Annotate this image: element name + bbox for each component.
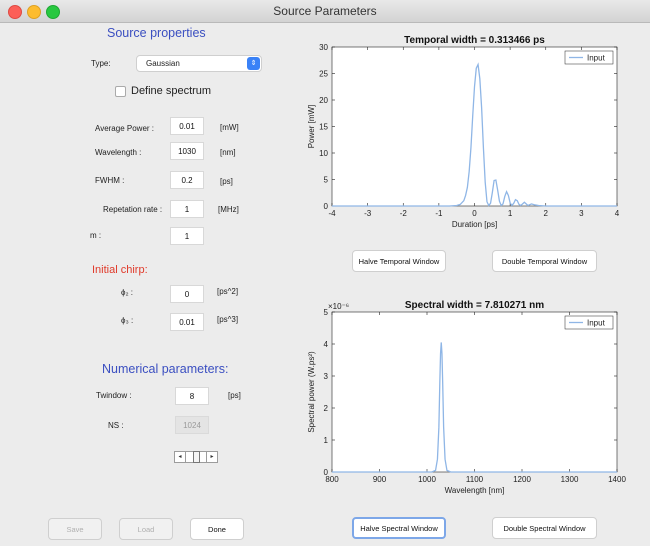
load-button[interactable]: Load — [119, 518, 173, 540]
x-tick-label: 1300 — [561, 475, 579, 484]
phi3-unit: [ps^3] — [217, 315, 239, 324]
x-tick-label: -1 — [435, 209, 443, 218]
temporal-chart: -4 -3 -2 -1 0 1 2 3 4 0 5 10 15 20 25 30 Temporal width … — [307, 35, 620, 229]
phi2-label: ϕ₂ : — [121, 288, 134, 297]
repetition-rate-input[interactable]: 1 — [170, 200, 204, 218]
slider-right-arrow-icon[interactable]: ▸ — [206, 452, 217, 462]
y-multiplier-label: ×10⁻⁶ — [328, 302, 349, 311]
x-tick-label: 4 — [615, 209, 620, 218]
phi2-input[interactable]: 0 — [170, 285, 204, 303]
legend-label: Input — [587, 54, 606, 63]
y-tick-label: 15 — [319, 123, 328, 132]
title-bar: Source Parameters — [0, 0, 650, 23]
twindow-label: Twindow : — [96, 391, 132, 400]
halve-spectral-window-button[interactable]: Halve Spectral Window — [352, 517, 446, 539]
halve-temporal-window-button[interactable]: Halve Temporal Window — [352, 250, 446, 272]
twindow-input[interactable]: 8 — [175, 387, 209, 405]
phi3-label: ϕ₃ : — [121, 316, 134, 325]
legend-label: Input — [587, 319, 606, 328]
y-axis-label: Power [mW] — [307, 105, 316, 149]
define-spectrum-label: Define spectrum — [131, 85, 212, 97]
x-tick-label: -4 — [328, 209, 336, 218]
x-tick-label: 3 — [579, 209, 584, 218]
spectral-chart: 800 900 1000 1100 1200 1300 1400012345Spectral… — [307, 300, 626, 495]
x-tick-label: 2 — [544, 209, 549, 218]
x-tick-label: -3 — [364, 209, 372, 218]
double-temporal-window-button[interactable]: Double Temporal Window — [492, 250, 597, 272]
fwhm-unit: [ps] — [220, 177, 233, 186]
x-tick-label: 1 — [508, 209, 513, 218]
chart-title: Temporal width = 0.313466 ps — [404, 35, 545, 46]
type-label: Type: — [91, 59, 111, 68]
repetition-rate-label: Repetation rate : — [103, 205, 163, 214]
x-tick-label: 1200 — [513, 475, 531, 484]
y-tick-label: 0 — [324, 202, 329, 211]
done-button[interactable]: Done — [190, 518, 244, 540]
plot-area — [331, 311, 618, 473]
slider-left-arrow-icon[interactable]: ◂ — [175, 452, 186, 462]
initial-chirp-heading: Initial chirp: — [92, 264, 148, 276]
y-tick-label: 25 — [319, 70, 328, 79]
numerical-parameters-heading: Numerical parameters: — [102, 362, 229, 376]
phi2-unit: [ps^2] — [217, 287, 239, 296]
twindow-unit: [ps] — [228, 391, 241, 400]
y-tick-label: 3 — [324, 372, 329, 381]
define-spectrum-checkbox[interactable] — [115, 86, 126, 97]
average-power-label: Average Power : — [95, 124, 154, 133]
type-select[interactable]: Gaussian ⇕ — [136, 55, 262, 72]
average-power-unit: [mW] — [220, 123, 239, 132]
chart-title: Spectral width = 7.810271 nm — [405, 300, 544, 311]
source-parameters-window: Source Parameters Source properties Type… — [0, 0, 650, 546]
x-axis-label: Wavelength [nm] — [445, 486, 505, 495]
x-tick-label: -2 — [400, 209, 408, 218]
m-input[interactable]: 1 — [170, 227, 204, 245]
save-button[interactable]: Save — [48, 518, 102, 540]
x-axis-label: Duration [ps] — [452, 220, 497, 229]
y-tick-label: 4 — [324, 340, 329, 349]
select-caret-icon: ⇕ — [247, 57, 260, 70]
ns-input: 1024 — [175, 416, 209, 434]
wavelength-unit: [nm] — [220, 148, 236, 157]
repetition-rate-unit: [MHz] — [218, 205, 239, 214]
ns-slider[interactable]: ◂ ▸ — [174, 451, 218, 463]
x-tick-label: 1000 — [418, 475, 436, 484]
source-properties-heading: Source properties — [107, 26, 206, 40]
y-tick-label: 10 — [319, 149, 328, 158]
y-tick-label: 1 — [324, 436, 329, 445]
double-spectral-window-button[interactable]: Double Spectral Window — [492, 517, 597, 539]
x-tick-label: 1400 — [608, 475, 626, 484]
fwhm-input[interactable]: 0.2 — [170, 171, 204, 189]
y-tick-label: 2 — [324, 404, 329, 413]
slider-thumb[interactable] — [193, 451, 200, 463]
x-tick-label: 1100 — [466, 475, 484, 484]
phi3-input[interactable]: 0.01 — [170, 313, 204, 331]
m-label: m : — [90, 231, 102, 240]
type-select-value: Gaussian — [146, 59, 180, 68]
wavelength-label: Wavelength : — [95, 148, 142, 157]
fwhm-label: FWHM : — [95, 176, 125, 185]
x-tick-label: 900 — [373, 475, 387, 484]
average-power-input[interactable]: 0.01 — [170, 117, 204, 135]
y-tick-label: 5 — [324, 176, 329, 185]
x-tick-label: 0 — [472, 209, 477, 218]
y-tick-label: 30 — [319, 43, 328, 52]
plot-area — [331, 46, 618, 207]
y-tick-label: 20 — [319, 96, 328, 105]
wavelength-input[interactable]: 1030 — [170, 142, 204, 160]
ns-label: NS : — [108, 421, 124, 430]
y-tick-label: 0 — [324, 468, 329, 477]
y-axis-label: Spectral power (W.ps²) — [307, 351, 316, 433]
window-title: Source Parameters — [273, 4, 377, 18]
